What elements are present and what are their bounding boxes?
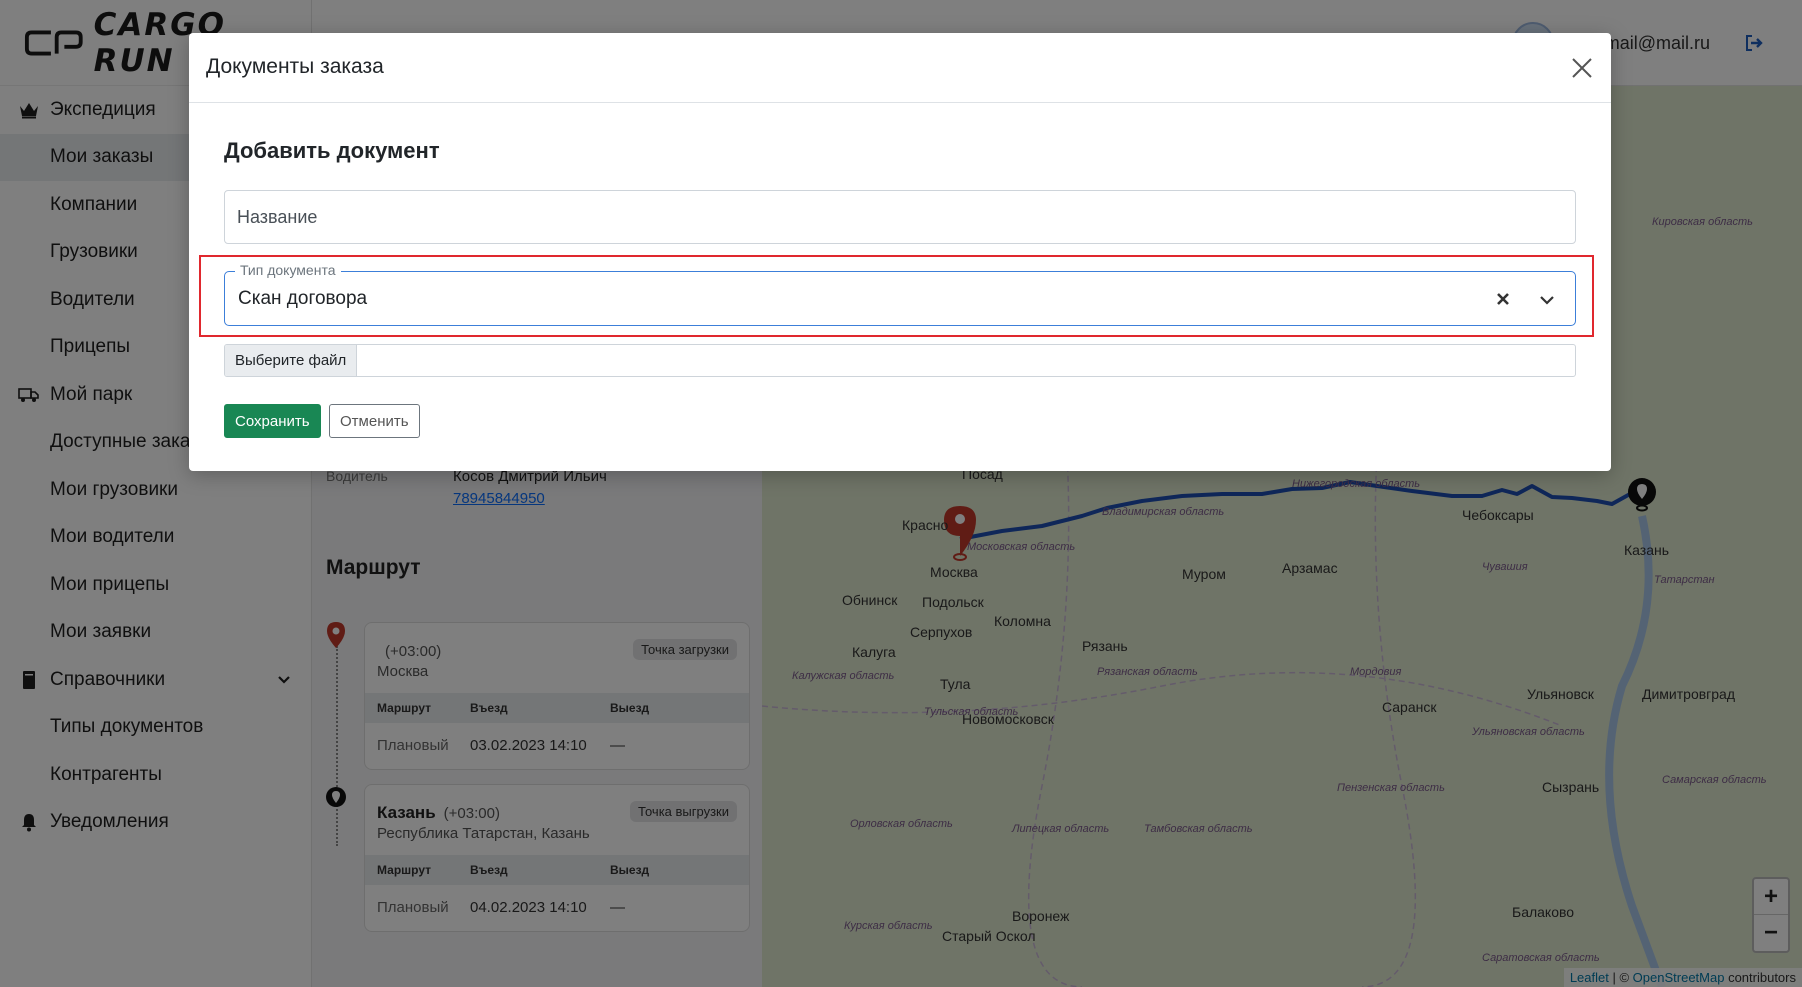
choose-file-button[interactable]: Выберите файл xyxy=(225,345,358,376)
chevron-down-icon[interactable] xyxy=(1537,290,1557,310)
modal-header: Документы заказа xyxy=(189,33,1611,103)
close-icon xyxy=(1572,58,1592,78)
file-input[interactable]: Выберите файл xyxy=(224,344,1576,377)
documents-modal: Документы заказа Добавить документ Тип д… xyxy=(189,33,1611,471)
document-type-select[interactable]: Тип документа Скан договора xyxy=(224,262,1576,326)
cancel-button[interactable]: Отменить xyxy=(329,404,420,438)
modal-title: Документы заказа xyxy=(206,55,384,78)
clear-icon[interactable] xyxy=(1493,289,1513,309)
select-legend: Тип документа xyxy=(235,262,341,278)
save-button[interactable]: Сохранить xyxy=(224,404,321,438)
form-title: Добавить документ xyxy=(224,138,440,163)
close-button[interactable] xyxy=(1569,55,1595,81)
document-name-input[interactable] xyxy=(224,190,1576,244)
select-value: Скан договора xyxy=(238,288,368,309)
